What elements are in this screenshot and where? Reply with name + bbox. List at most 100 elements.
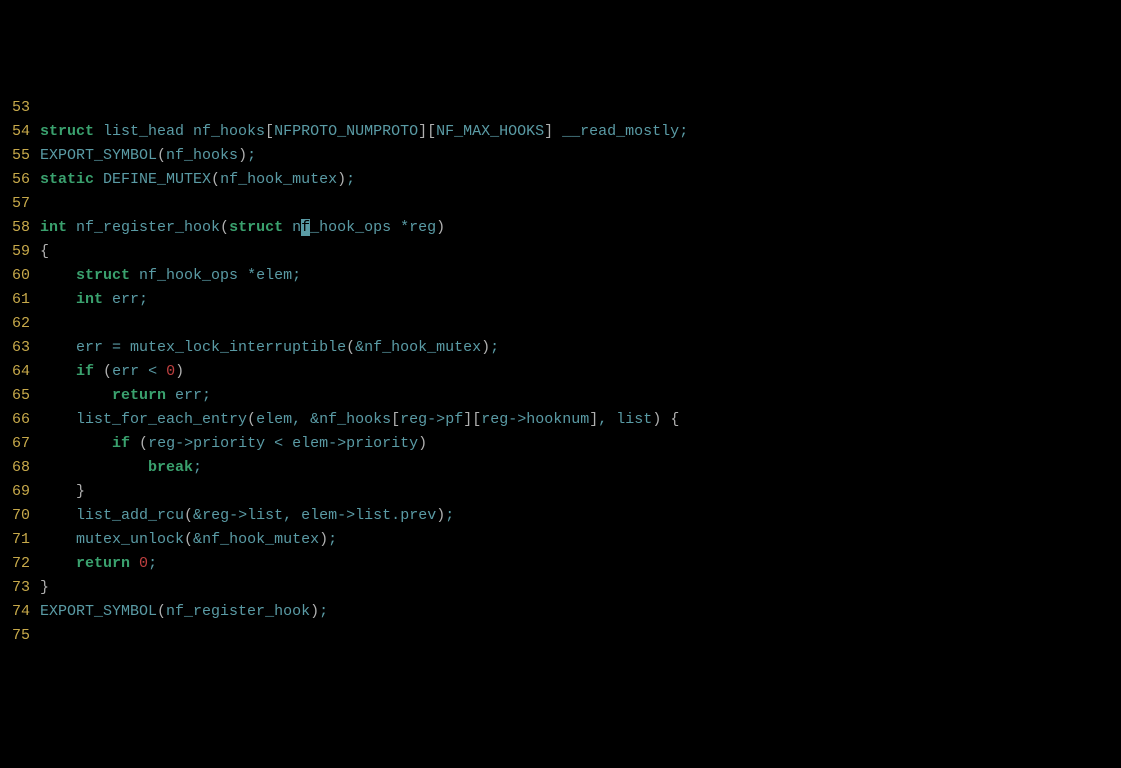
code-token: -> bbox=[508, 411, 526, 428]
code-token: list bbox=[247, 507, 283, 524]
code-token: ; bbox=[292, 267, 301, 284]
code-line[interactable] bbox=[40, 192, 1121, 216]
code-line[interactable]: static DEFINE_MUTEX(nf_hook_mutex); bbox=[40, 168, 1121, 192]
code-token: priority bbox=[346, 435, 418, 452]
code-token: * bbox=[400, 219, 409, 236]
code-line[interactable]: if (err < 0) bbox=[40, 360, 1121, 384]
code-line[interactable]: err = mutex_lock_interruptible(&nf_hook_… bbox=[40, 336, 1121, 360]
code-token: 0 bbox=[166, 363, 175, 380]
code-token: * bbox=[247, 267, 256, 284]
code-token: ) bbox=[238, 147, 247, 164]
code-token: } bbox=[40, 579, 49, 596]
code-line[interactable]: EXPORT_SYMBOL(nf_register_hook); bbox=[40, 600, 1121, 624]
code-token: ; bbox=[319, 603, 328, 620]
code-token: err bbox=[40, 339, 112, 356]
code-token: ) bbox=[652, 411, 661, 428]
code-token: reg bbox=[409, 219, 436, 236]
code-token: nf_hook_ops bbox=[130, 267, 247, 284]
code-token: ) bbox=[418, 435, 427, 452]
code-token: if bbox=[76, 363, 94, 380]
code-line[interactable]: return err; bbox=[40, 384, 1121, 408]
code-line[interactable]: mutex_unlock(&nf_hook_mutex); bbox=[40, 528, 1121, 552]
code-token: nf_hook_mutex bbox=[220, 171, 337, 188]
code-area[interactable]: struct list_head nf_hooks[NFPROTO_NUMPRO… bbox=[40, 96, 1121, 648]
code-token bbox=[40, 387, 112, 404]
code-token: ( bbox=[211, 171, 220, 188]
code-line[interactable]: list_add_rcu(&reg->list, elem->list.prev… bbox=[40, 504, 1121, 528]
code-editor[interactable]: 5354555657585960616263646566676869707172… bbox=[0, 96, 1121, 648]
code-token: ( bbox=[103, 363, 112, 380]
code-token: < bbox=[274, 435, 283, 452]
code-token: nf_register_hook bbox=[67, 219, 220, 236]
code-token: ) bbox=[319, 531, 328, 548]
code-token: , bbox=[598, 411, 607, 428]
code-line[interactable]: int nf_register_hook(struct nf_hook_ops … bbox=[40, 216, 1121, 240]
line-number-gutter: 5354555657585960616263646566676869707172… bbox=[0, 96, 40, 648]
code-line[interactable]: struct list_head nf_hooks[NFPROTO_NUMPRO… bbox=[40, 120, 1121, 144]
code-line[interactable]: { bbox=[40, 240, 1121, 264]
code-line[interactable]: } bbox=[40, 576, 1121, 600]
code-token: -> bbox=[229, 507, 247, 524]
code-token: ] bbox=[544, 123, 553, 140]
code-token: [ bbox=[265, 123, 274, 140]
code-token: int bbox=[40, 219, 67, 236]
line-number: 55 bbox=[0, 144, 30, 168]
code-token: reg bbox=[202, 507, 229, 524]
line-number: 53 bbox=[0, 96, 30, 120]
code-token bbox=[301, 411, 310, 428]
code-token: err bbox=[112, 363, 148, 380]
line-number: 63 bbox=[0, 336, 30, 360]
code-token: _hook_ops bbox=[310, 219, 400, 236]
code-token: struct bbox=[76, 267, 130, 284]
code-token: EXPORT_SYMBOL bbox=[40, 147, 157, 164]
line-number: 70 bbox=[0, 504, 30, 528]
code-line[interactable]: EXPORT_SYMBOL(nf_hooks); bbox=[40, 144, 1121, 168]
code-token: ; bbox=[247, 147, 256, 164]
line-number: 54 bbox=[0, 120, 30, 144]
code-line[interactable]: struct nf_hook_ops *elem; bbox=[40, 264, 1121, 288]
code-line[interactable]: if (reg->priority < elem->priority) bbox=[40, 432, 1121, 456]
code-token: list bbox=[607, 411, 652, 428]
code-line[interactable]: } bbox=[40, 480, 1121, 504]
code-token: ( bbox=[220, 219, 229, 236]
code-line[interactable] bbox=[40, 624, 1121, 648]
code-line[interactable]: return 0; bbox=[40, 552, 1121, 576]
code-token bbox=[94, 363, 103, 380]
code-token: ) bbox=[481, 339, 490, 356]
code-token bbox=[157, 363, 166, 380]
code-token: elem bbox=[256, 411, 292, 428]
code-token: ; bbox=[193, 459, 202, 476]
code-token bbox=[40, 267, 76, 284]
code-token: if bbox=[112, 435, 130, 452]
line-number: 67 bbox=[0, 432, 30, 456]
code-token: & bbox=[193, 507, 202, 524]
code-token: -> bbox=[175, 435, 193, 452]
code-token: , bbox=[292, 411, 301, 428]
code-line[interactable] bbox=[40, 96, 1121, 120]
code-token: ][ bbox=[463, 411, 481, 428]
code-token: { bbox=[40, 243, 49, 260]
code-token: ( bbox=[157, 603, 166, 620]
code-line[interactable]: list_for_each_entry(elem, &nf_hooks[reg-… bbox=[40, 408, 1121, 432]
code-token: , bbox=[283, 507, 292, 524]
code-line[interactable]: int err; bbox=[40, 288, 1121, 312]
code-token: [ bbox=[391, 411, 400, 428]
code-token: reg bbox=[481, 411, 508, 428]
line-number: 58 bbox=[0, 216, 30, 240]
code-token: ; bbox=[490, 339, 499, 356]
line-number: 62 bbox=[0, 312, 30, 336]
code-token: ) bbox=[337, 171, 346, 188]
code-token: -> bbox=[328, 435, 346, 452]
code-token: err bbox=[103, 291, 139, 308]
code-line[interactable] bbox=[40, 312, 1121, 336]
code-token: { bbox=[670, 411, 679, 428]
code-line[interactable]: break; bbox=[40, 456, 1121, 480]
code-token: ) bbox=[436, 507, 445, 524]
code-token: n bbox=[283, 219, 301, 236]
code-token: ) bbox=[310, 603, 319, 620]
code-token: return bbox=[112, 387, 166, 404]
code-token: < bbox=[148, 363, 157, 380]
line-number: 57 bbox=[0, 192, 30, 216]
code-token: ( bbox=[346, 339, 355, 356]
code-token: nf_hooks bbox=[319, 411, 391, 428]
